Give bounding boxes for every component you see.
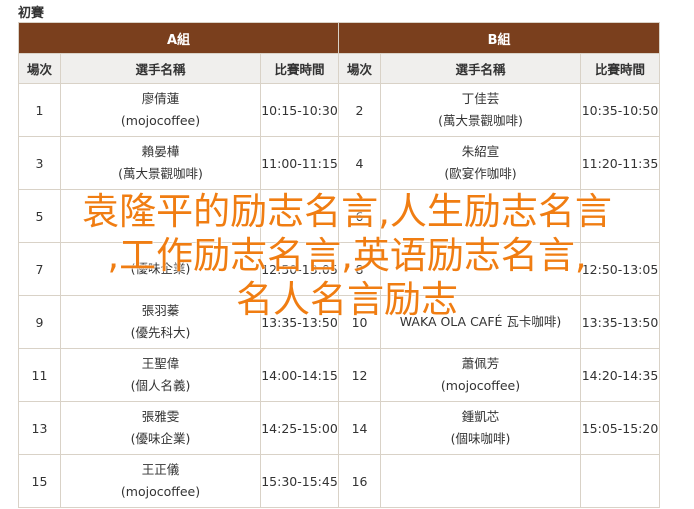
player-cell: 張雅雯 (優味企業) xyxy=(60,401,261,455)
player-cell: 朱紹宣 (歐宴作咖啡) xyxy=(380,136,582,190)
team-name: (mojocoffee) xyxy=(120,484,201,499)
player-cell: 蕭佩芳 (mojocoffee) xyxy=(380,348,582,402)
player-cell: 鍾凱芯 (個味咖啡) xyxy=(380,401,582,455)
col-match-a: 場次 xyxy=(18,53,61,84)
player-cell: 賴晏樺 (萬大景觀咖啡) xyxy=(60,136,261,190)
col-time-b: 比賽時間 xyxy=(580,53,661,84)
player-cell: 王聖偉 (個人名義) xyxy=(60,348,261,402)
team-name: (優先科大) xyxy=(130,325,191,340)
table-row: 9 張羽蓁 (優先科大) 13:35-13:50 10 WAKA OLA CAFÉ 瓦卡咖… xyxy=(18,295,661,349)
match-time: 13:35-13:50 xyxy=(259,295,340,349)
player-name: 張雅雯 xyxy=(141,409,180,424)
table-row: 56 xyxy=(18,189,661,243)
match-number: 3 xyxy=(18,136,61,190)
team-name: (歐宴作咖啡) xyxy=(444,166,517,181)
match-number: 6 xyxy=(338,189,382,243)
match-time: 12:50-13:05 xyxy=(580,242,661,296)
match-time: 10:35-10:50 xyxy=(580,83,661,137)
match-number: 11 xyxy=(18,348,61,402)
match-time: 14:00-14:15 xyxy=(259,348,340,402)
player-cell: 王正儀 (mojocoffee) xyxy=(60,454,261,508)
match-time: 15:30-15:45 xyxy=(259,454,340,508)
player-name: 王聖偉 xyxy=(141,356,180,371)
player-name: 王正儀 xyxy=(141,462,180,477)
table-row: 15 王正儀 (mojocoffee) 15:30-15:45 16 xyxy=(18,454,661,508)
team-name: (優味企業) xyxy=(130,261,191,276)
match-time: 14:25-15:00 xyxy=(259,401,340,455)
match-time: 13:35-13:50 xyxy=(580,295,661,349)
player-cell: 丁佳芸 (萬大景觀咖啡) xyxy=(380,83,582,137)
player-cell: (優味企業) xyxy=(60,242,261,296)
team-name: (萬大景觀咖啡) xyxy=(438,113,523,128)
player-cell xyxy=(380,242,582,296)
match-number: 16 xyxy=(338,454,382,508)
team-name: (優味企業) xyxy=(130,431,191,446)
match-time: 11:20-11:35 xyxy=(580,136,661,190)
match-number: 14 xyxy=(338,401,382,455)
match-time xyxy=(580,189,661,243)
match-time: 15:05-15:20 xyxy=(580,401,661,455)
table-row: 3 賴晏樺 (萬大景觀咖啡) 11:00-11:15 4 朱紹宣 (歐宴作咖啡) 11:20-… xyxy=(18,136,661,190)
player-cell: 張羽蓁 (優先科大) xyxy=(60,295,261,349)
table-row: 7 (優味企業) 12:50-13:05 8 12:50-13:05 xyxy=(18,242,661,296)
match-number: 5 xyxy=(18,189,61,243)
player-cell xyxy=(60,189,261,243)
player-name: 丁佳芸 xyxy=(461,91,500,106)
match-time: 12:50-13:05 xyxy=(259,242,340,296)
group-b-header: B組 xyxy=(338,22,661,54)
match-number: 4 xyxy=(338,136,382,190)
player-cell xyxy=(380,454,582,508)
col-match-b: 場次 xyxy=(338,53,382,84)
player-name: 廖倩蓮 xyxy=(141,91,180,106)
match-number: 2 xyxy=(338,83,382,137)
match-number: 9 xyxy=(18,295,61,349)
team-name: (萬大景觀咖啡) xyxy=(118,166,203,181)
player-cell: WAKA OLA CAFÉ 瓦卡咖啡) xyxy=(380,295,582,349)
team-name: WAKA OLA CAFÉ 瓦卡咖啡) xyxy=(399,314,562,329)
match-time xyxy=(580,454,661,508)
match-time: 10:15-10:30 xyxy=(259,83,340,137)
col-player-b: 選手名稱 xyxy=(380,53,582,84)
player-name: 蕭佩芳 xyxy=(461,356,500,371)
match-number: 13 xyxy=(18,401,61,455)
column-header-row: 場次 選手名稱 比賽時間 場次 選手名稱 比賽時間 xyxy=(18,53,661,84)
group-a-header: A組 xyxy=(17,22,340,54)
player-name: 朱紹宣 xyxy=(461,144,500,159)
schedule-table: A組 B組 場次 選手名稱 比賽時間 場次 選手名稱 比賽時間 1 廖倩蓮 (moj… xyxy=(17,22,661,508)
table-row: 13 張雅雯 (優味企業) 14:25-15:00 14 鍾凱芯 (個味咖啡) 15:05-1… xyxy=(18,401,661,455)
page-heading: 初賽 xyxy=(18,6,45,21)
col-time-a: 比賽時間 xyxy=(259,53,340,84)
team-name: (mojocoffee) xyxy=(440,378,521,393)
table-row: 1 廖倩蓮 (mojocoffee) 10:15-10:30 2 丁佳芸 (萬大景觀咖啡) 1… xyxy=(18,83,661,137)
table-row: 11 王聖偉 (個人名義) 14:00-14:15 12 蕭佩芳 (mojocoffee) 1… xyxy=(18,348,661,402)
team-name: (個人名義) xyxy=(130,378,191,393)
group-header-row: A組 B組 xyxy=(17,22,661,54)
match-number: 15 xyxy=(18,454,61,508)
match-number: 12 xyxy=(338,348,382,402)
player-cell xyxy=(380,189,582,243)
match-time: 14:20-14:35 xyxy=(580,348,661,402)
team-name: (個味咖啡) xyxy=(450,431,511,446)
col-player-a: 選手名稱 xyxy=(60,53,261,84)
match-number: 8 xyxy=(338,242,382,296)
player-cell: 廖倩蓮 (mojocoffee) xyxy=(60,83,261,137)
player-name: 張羽蓁 xyxy=(141,303,180,318)
match-number: 1 xyxy=(18,83,61,137)
match-time: 11:00-11:15 xyxy=(259,136,340,190)
player-name: 賴晏樺 xyxy=(141,144,180,159)
match-number: 7 xyxy=(18,242,61,296)
match-time xyxy=(259,189,340,243)
player-name: 鍾凱芯 xyxy=(461,409,500,424)
team-name: (mojocoffee) xyxy=(120,113,201,128)
match-number: 10 xyxy=(338,295,382,349)
